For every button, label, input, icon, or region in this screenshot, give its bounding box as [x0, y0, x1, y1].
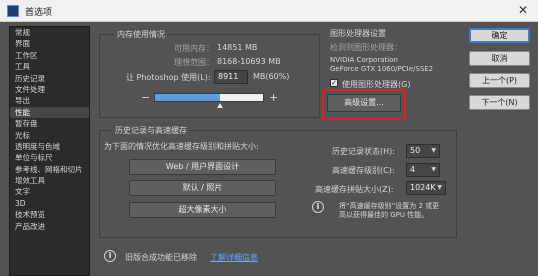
title-bar: 首选项 ✕	[0, 0, 538, 22]
sidebar-item[interactable]: 暂存盘	[10, 118, 89, 129]
cache-levels-value: 4	[410, 165, 416, 174]
cache-levels-select[interactable]: 4 ▼	[406, 163, 440, 177]
history-states-select[interactable]: 50 ▼	[406, 144, 440, 158]
cache-note-line2: 高以获得最佳的 GPU 性能。	[339, 211, 429, 219]
cache-info-icon: i	[312, 201, 324, 213]
available-memory-value: 14851 MB	[217, 43, 258, 52]
chevron-down-icon: ▼	[437, 184, 442, 191]
sidebar-item[interactable]: 技术预览	[10, 209, 89, 220]
sidebar-item[interactable]: 文件处理	[10, 84, 89, 95]
gpu-model: GeForce GTX 1060/PCIe/SSE2	[330, 65, 434, 73]
tile-size-label: 高速缓存拼贴大小(Z):	[315, 185, 394, 194]
sidebar-item[interactable]: 光标	[10, 130, 89, 141]
sidebar-item[interactable]: 历史记录	[10, 73, 89, 84]
sidebar-item[interactable]: 常规	[10, 27, 89, 38]
gpu-detected-label: 检测到图形处理器：	[330, 43, 402, 52]
ideal-range-label: 理想范围：	[174, 58, 214, 67]
tile-size-select[interactable]: 1024K ▼	[406, 181, 446, 195]
cache-levels-label: 高速缓存级别(C):	[332, 166, 395, 175]
cancel-button[interactable]: 取消	[469, 51, 530, 66]
sidebar-item[interactable]: 界面	[10, 38, 89, 49]
memory-usage-title: 内存使用情况	[114, 29, 168, 40]
sidebar-item[interactable]: 产品改进	[10, 221, 89, 232]
learn-more-link[interactable]: 了解详细信息	[210, 252, 258, 263]
history-states-value: 50	[410, 146, 421, 155]
next-button[interactable]: 下一个(N)	[469, 95, 530, 110]
close-icon[interactable]: ✕	[518, 3, 528, 17]
gpu-settings-title: 图形处理器设置	[330, 29, 386, 38]
history-cache-title: 历史记录与高速缓存	[112, 125, 190, 136]
preferences-sidebar: 常规 界面 工作区 工具 历史记录 文件处理 导出 性能 暂存盘 光标 透明度与色域 单位与标尺 参考线…	[9, 26, 90, 276]
sidebar-item[interactable]: 文字	[10, 186, 89, 197]
history-states-label: 历史记录状态(H):	[332, 147, 395, 156]
prev-button[interactable]: 上一个(P)	[469, 73, 530, 88]
tile-size-value: 1024K	[410, 183, 436, 192]
sidebar-item[interactable]: 性能	[10, 106, 89, 119]
legacy-info-icon: i	[104, 250, 116, 262]
photoshop-memory-input[interactable]: 8911	[214, 70, 248, 84]
photoshop-memory-suffix: MB(60%)	[253, 72, 290, 81]
gpu-vendor: NVIDIA Corporation	[330, 56, 398, 64]
advanced-settings-button[interactable]: 高级设置...	[327, 94, 401, 112]
photoshop-memory-label: 让 Photoshop 使用(L):	[126, 73, 211, 82]
preset-default-photo-button[interactable]: 默认 / 照片	[129, 180, 276, 196]
preset-web-ui-button[interactable]: Web / 用户界面设计	[129, 159, 276, 175]
sidebar-item[interactable]: 工作区	[10, 50, 89, 61]
sidebar-item[interactable]: 增效工具	[10, 175, 89, 186]
legacy-compositing-removed-text: 旧版合成功能已移除	[125, 253, 197, 262]
use-gpu-checkbox[interactable]: ✓	[330, 79, 338, 87]
ideal-range-value: 8168-10693 MB	[217, 57, 281, 66]
preset-huge-pixel-button[interactable]: 超大像素大小	[129, 202, 276, 218]
available-memory-label: 可用内存：	[174, 44, 214, 53]
increase-memory-icon[interactable]: +	[269, 91, 278, 104]
sidebar-item[interactable]: 单位与标尺	[10, 152, 89, 163]
sidebar-item[interactable]: 透明度与色域	[10, 141, 89, 152]
cache-optimize-label: 为下面的情况优化高速缓存级别和拼贴大小:	[104, 142, 259, 151]
sidebar-item[interactable]: 参考线、网格和切片	[10, 164, 89, 175]
sidebar-item[interactable]: 导出	[10, 95, 89, 106]
memory-slider-thumb[interactable]	[217, 103, 223, 108]
memory-slider-fill	[155, 94, 220, 101]
sidebar-item[interactable]: 工具	[10, 61, 89, 72]
window-title: 首选项	[25, 8, 53, 18]
ok-button[interactable]: 确定	[469, 28, 530, 43]
decrease-memory-icon[interactable]: −	[141, 91, 150, 104]
chevron-down-icon: ▼	[431, 147, 436, 154]
photoshop-app-icon	[7, 5, 19, 17]
chevron-down-icon: ▼	[431, 166, 436, 173]
sidebar-item[interactable]: 3D	[10, 198, 89, 209]
memory-slider[interactable]	[154, 93, 264, 102]
